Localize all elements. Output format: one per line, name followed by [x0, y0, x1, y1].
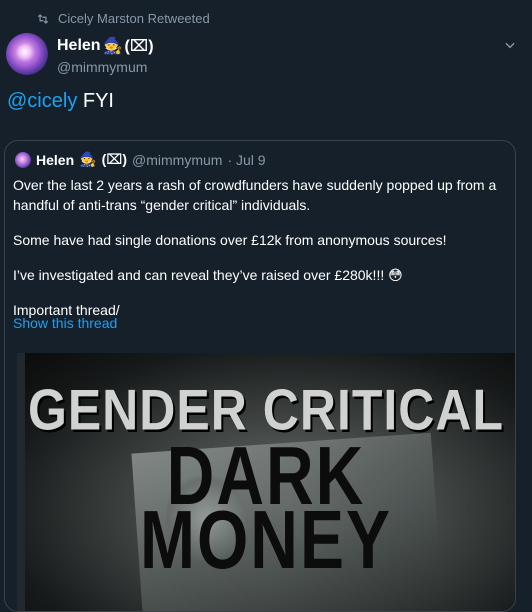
retweet-label[interactable]: Cicely Marston Retweeted — [58, 11, 210, 26]
quote-display-name[interactable]: Helen — [36, 152, 74, 168]
author-block[interactable]: Helen 🧙 (⌧) @mimmymum — [57, 36, 154, 75]
media-image[interactable]: GENDER CRITICAL DARK MONEY — [17, 353, 515, 611]
handle[interactable]: @mimmymum — [57, 59, 154, 75]
quote-header: Helen 🧙 (⌧) @mimmymum · Jul 9 — [15, 151, 266, 168]
media-title-line3: MONEY — [139, 492, 393, 586]
quote-name-suffix: (⌧) — [101, 151, 128, 167]
quote-paragraph: Some have had single donations over £12k… — [13, 232, 447, 248]
witch-emoji-icon: 🧙 — [79, 151, 97, 167]
quote-paragraph: I’ve investigated and can reveal they’ve… — [13, 267, 403, 283]
quote-date[interactable]: · Jul 9 — [227, 152, 265, 168]
retweet-icon — [37, 13, 49, 24]
quoted-tweet[interactable]: Helen 🧙 (⌧) @mimmymum · Jul 9 Over the l… — [4, 140, 516, 612]
quote-avatar[interactable] — [15, 151, 31, 168]
quote-body: Over the last 2 years a rash of crowdfun… — [13, 175, 508, 335]
name-suffix: (⌧) — [124, 38, 154, 55]
chevron-down-icon[interactable] — [503, 38, 517, 52]
tweet-body: FYI — [77, 90, 114, 112]
tweet-text: @cicely FYI — [7, 90, 114, 113]
retweet-bar: Cicely Marston Retweeted — [36, 11, 210, 26]
quote-handle[interactable]: @mimmymum — [132, 152, 222, 168]
mention-link[interactable]: @cicely — [7, 90, 77, 112]
avatar[interactable] — [6, 33, 48, 75]
show-thread-link[interactable]: Show this thread — [13, 315, 117, 331]
quote-paragraph: Over the last 2 years a rash of crowdfun… — [13, 177, 497, 213]
display-name[interactable]: Helen — [57, 37, 101, 55]
witch-emoji-icon: 🧙 — [102, 38, 123, 55]
